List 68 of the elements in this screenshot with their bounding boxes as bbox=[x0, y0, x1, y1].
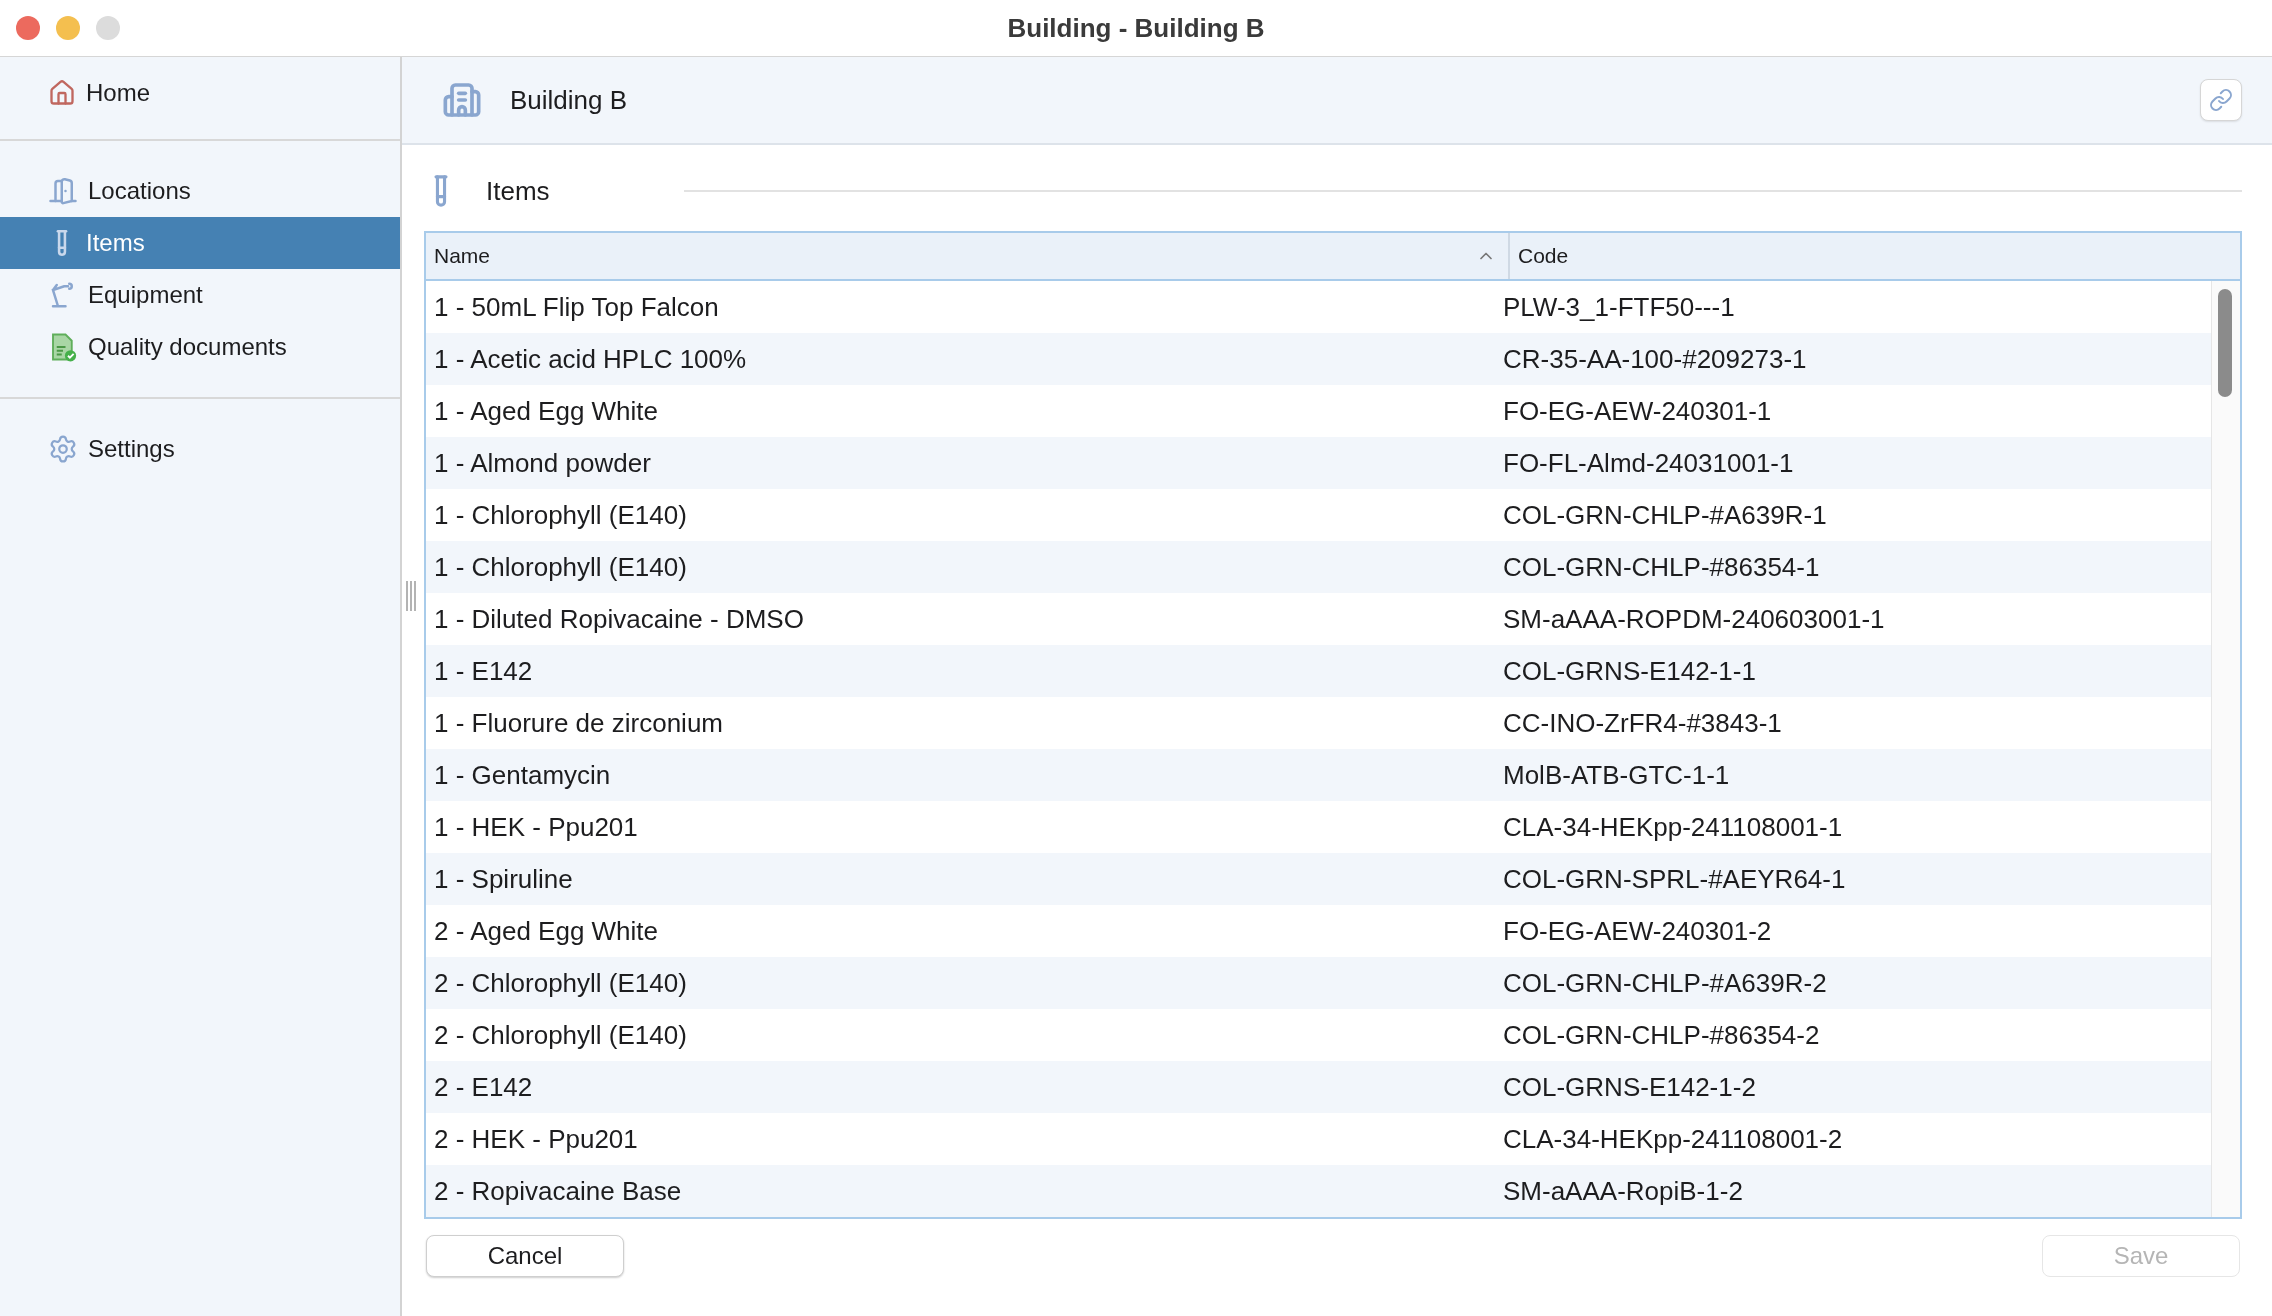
table-cell-text: MolB-ATB-GTC-1-1 bbox=[1502, 759, 1731, 791]
link-icon bbox=[2209, 88, 2233, 112]
section-title: Items bbox=[486, 175, 551, 207]
table-cell-text: CC-INO-ZrFR4-#3843-1 bbox=[1502, 707, 1783, 739]
table-cell-text: FO-EG-AEW-240301-1 bbox=[1502, 395, 1773, 427]
column-header[interactable]: Code bbox=[1510, 233, 2240, 279]
building-icon bbox=[442, 80, 482, 120]
sidebar-item[interactable]: Locations bbox=[0, 165, 400, 217]
sidebar-item[interactable]: Settings bbox=[0, 423, 400, 475]
table-cell-text: 1 - Spiruline bbox=[433, 863, 574, 895]
table-cell-text: FO-FL-Almd-24031001-1 bbox=[1502, 447, 1795, 479]
scrollbar[interactable] bbox=[2211, 281, 2240, 1217]
table-row[interactable]: 1 - E142 COL-GRNS-E142-1-1 bbox=[426, 645, 2211, 697]
table-cell-text: 1 - Diluted Ropivacaine - DMSO bbox=[433, 603, 805, 635]
table-cell-text: 2 - HEK - Ppu201 bbox=[433, 1123, 639, 1155]
table-cell-text: COL-GRNS-E142-1-2 bbox=[1502, 1071, 1757, 1103]
cancel-button[interactable]: Cancel bbox=[426, 1235, 624, 1277]
close-button[interactable] bbox=[16, 16, 40, 40]
sidebar-item[interactable]: Equipment bbox=[0, 269, 400, 321]
table-row[interactable]: 1 - Acetic acid HPLC 100% CR-35-AA-100-#209273-1 bbox=[426, 333, 2211, 385]
table-cell-text: 1 - Acetic acid HPLC 100% bbox=[433, 343, 748, 375]
table-cell-text: COL-GRN-CHLP-#A639R-2 bbox=[1502, 967, 1828, 999]
table-cell-text: 2 - Ropivacaine Base bbox=[433, 1175, 683, 1207]
table-cell-text: CR-35-AA-100-#209273-1 bbox=[1502, 343, 1808, 375]
table-cell-text: CLA-34-HEKpp-241108001-2 bbox=[1502, 1123, 1844, 1155]
table-cell-text: 1 - Aged Egg White bbox=[433, 395, 660, 427]
table-cell-text: PLW-3_1-FTF50---1 bbox=[1502, 291, 1736, 323]
table-row[interactable]: 2 - Chlorophyll (E140) COL-GRN-CHLP-#A639R-2 bbox=[426, 957, 2211, 1009]
table-cell-text: SM-aAAA-RopiB-1-2 bbox=[1502, 1175, 1744, 1207]
table-cell-text: 1 - 50mL Flip Top Falcon bbox=[433, 291, 720, 323]
table-cell-text: COL-GRN-SPRL-#AEYR64-1 bbox=[1502, 863, 1847, 895]
home-icon bbox=[48, 79, 76, 107]
table-cell-text: 1 - Fluorure de zirconium bbox=[433, 707, 724, 739]
minimize-button[interactable] bbox=[56, 16, 80, 40]
header-title: Building B bbox=[510, 84, 629, 116]
table-row[interactable]: 1 - Spiruline COL-GRN-SPRL-#AEYR64-1 bbox=[426, 853, 2211, 905]
table-cell-text: COL-GRN-CHLP-#86354-2 bbox=[1502, 1019, 1821, 1051]
table-cell-text: 1 - Chlorophyll (E140) bbox=[433, 499, 688, 531]
table-row[interactable]: 2 - E142 COL-GRNS-E142-1-2 bbox=[426, 1061, 2211, 1113]
door-icon bbox=[48, 176, 78, 206]
column-header[interactable]: Name bbox=[426, 233, 1510, 279]
table-cell-text: COL-GRN-CHLP-#A639R-1 bbox=[1502, 499, 1828, 531]
table-cell-text: COL-GRNS-E142-1-1 bbox=[1502, 655, 1757, 687]
sidebar-item[interactable]: Home bbox=[0, 67, 400, 119]
table-row[interactable]: 2 - Ropivacaine Base SM-aAAA-RopiB-1-2 bbox=[426, 1165, 2211, 1217]
table-cell-text: FO-EG-AEW-240301-2 bbox=[1502, 915, 1773, 947]
table-cell-text: CLA-34-HEKpp-241108001-1 bbox=[1502, 811, 1844, 843]
table-row[interactable]: 1 - Gentamycin MolB-ATB-GTC-1-1 bbox=[426, 749, 2211, 801]
table-cell-text: 2 - E142 bbox=[433, 1071, 534, 1103]
sidebar-item[interactable]: Quality documents bbox=[0, 321, 400, 373]
table-cell-text: COL-GRN-CHLP-#86354-1 bbox=[1502, 551, 1821, 583]
table-cell-text: 2 - Chlorophyll (E140) bbox=[433, 967, 688, 999]
sidebar-item[interactable]: Items bbox=[0, 217, 400, 269]
window-title: Building - Building B bbox=[1007, 12, 1265, 44]
zoom-button[interactable] bbox=[96, 16, 120, 40]
table-row[interactable]: 1 - Chlorophyll (E140) COL-GRN-CHLP-#86354-1 bbox=[426, 541, 2211, 593]
table-cell-text: 1 - Chlorophyll (E140) bbox=[433, 551, 688, 583]
table-cell-text: 1 - HEK - Ppu201 bbox=[433, 811, 639, 843]
table-row[interactable]: 1 - Almond powder FO-FL-Almd-24031001-1 bbox=[426, 437, 2211, 489]
link-button[interactable] bbox=[2200, 79, 2242, 121]
resize-handle-icon[interactable] bbox=[406, 581, 416, 611]
table-cell-text: 1 - Almond powder bbox=[433, 447, 652, 479]
table-cell-text: 1 - Gentamycin bbox=[433, 759, 612, 791]
table-cell-text: 1 - E142 bbox=[433, 655, 534, 687]
table-cell-text: 2 - Chlorophyll (E140) bbox=[433, 1019, 688, 1051]
settings-icon bbox=[48, 434, 78, 464]
table-cell-text: 2 - Aged Egg White bbox=[433, 915, 660, 947]
table-cell-text: SM-aAAA-ROPDM-240603001-1 bbox=[1502, 603, 1886, 635]
